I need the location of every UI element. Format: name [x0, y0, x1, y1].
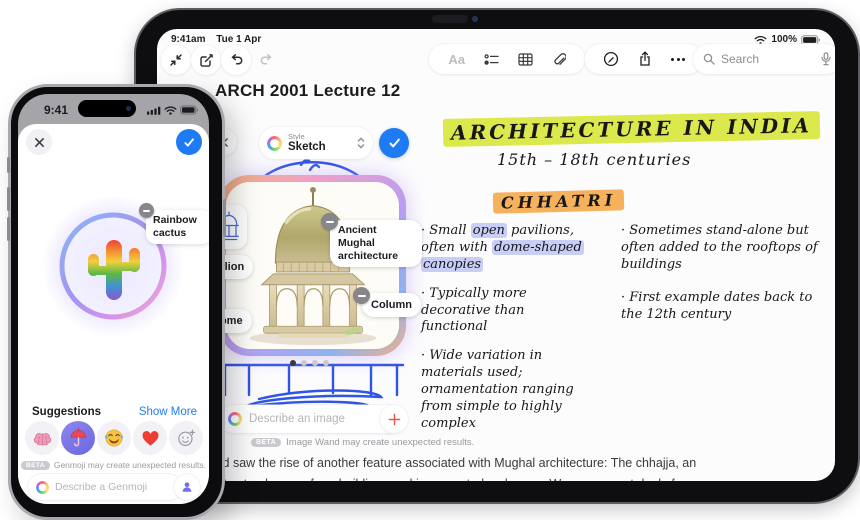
volume-up-button: [7, 187, 10, 211]
describe-image-placeholder: Describe an image: [249, 413, 345, 425]
battery-icon: [180, 105, 199, 115]
undo-icon: [229, 53, 244, 67]
note-bullet: · First example dates back to the 12th c…: [621, 289, 813, 322]
wifi-icon: [164, 105, 177, 115]
genmoji-disclaimer: BETA Genmoji may create unexpected resul…: [18, 460, 209, 470]
dictation-mic-icon[interactable]: [821, 52, 831, 66]
close-icon: [34, 137, 44, 147]
volume-down-button: [7, 217, 10, 241]
style-label: Style: [288, 131, 305, 141]
redo-icon: [259, 53, 274, 67]
note-subtitle: 15th – 18th centuries: [497, 150, 692, 169]
attachment-button[interactable]: [552, 52, 566, 67]
note-bullet: · Small open pavilions, often with dome-…: [421, 223, 584, 272]
compose-icon: [199, 53, 214, 68]
ipad-camera-lens: [472, 16, 478, 22]
show-more-link[interactable]: Show More: [139, 406, 197, 418]
new-genmoji-button[interactable]: [169, 421, 203, 455]
person-icon: [182, 482, 192, 492]
close-sheet-button[interactable]: [26, 129, 52, 155]
note-bullet: · Wide variation in materials used; orna…: [421, 348, 574, 431]
rainbow-cactus-emoji: [88, 240, 140, 300]
chevron-up-down-icon: [357, 137, 365, 149]
format-toolbar-group: Aa: [429, 44, 585, 74]
checkmark-icon: [389, 138, 400, 148]
note-section-heading: CHHATRI: [492, 189, 625, 214]
image-wand-disclaimer: BETA Image Wand may create unexpected re…: [251, 437, 474, 448]
apple-intelligence-icon: [36, 480, 49, 494]
iphone-status-icons: [147, 105, 199, 115]
typed-note-line: s period saw the rise of another feature…: [185, 456, 697, 470]
text-format-button[interactable]: Aa: [448, 52, 465, 67]
beta-badge: BETA: [251, 438, 282, 447]
describe-genmoji-input[interactable]: Describe a Genmoji: [28, 474, 182, 500]
style-value: Sketch: [288, 140, 326, 153]
apple-intelligence-icon: [228, 412, 242, 426]
iphone-device: 9:41 Rainbow cactus Suggestions Show Mor…: [7, 84, 226, 520]
ipad-status-left: 9:41am Tue 1 Apr: [171, 34, 261, 45]
note-headline: ARCHITECTURE IN INDIA: [442, 111, 821, 147]
style-picker[interactable]: Style Sketch: [259, 127, 373, 159]
wifi-icon: [754, 35, 767, 45]
suggestion-row: [25, 421, 203, 455]
confirm-genmoji-button[interactable]: [176, 129, 202, 155]
front-camera-dot: [126, 106, 131, 111]
more-button[interactable]: [671, 57, 686, 61]
genmoji-screen: 9:41 Rainbow cactus Suggestions Show Mor…: [18, 94, 209, 504]
note-title: ARCH 2001 Lecture 12: [215, 81, 401, 100]
battery-icon: [801, 34, 821, 45]
tools-toolbar-group: [585, 44, 703, 74]
search-placeholder: Search: [721, 52, 760, 66]
notes-app: 9:41am Tue 1 Apr 100% Aa Search ARCH 200…: [157, 29, 835, 481]
iphone-time: 9:41: [44, 103, 69, 117]
action-button: [7, 157, 10, 173]
ipad-device: 9:41am Tue 1 Apr 100% Aa Search ARCH 200…: [134, 8, 860, 504]
remove-tag-button[interactable]: [321, 213, 338, 230]
share-button[interactable]: [638, 51, 652, 67]
tag-column[interactable]: Column: [362, 293, 421, 317]
checklist-button[interactable]: [484, 53, 499, 66]
tag-ancient-mughal-architecture[interactable]: Ancient Mughal architecture: [330, 220, 422, 268]
describe-image-input[interactable]: Describe an image: [219, 405, 403, 433]
describe-genmoji-placeholder: Describe a Genmoji: [55, 481, 148, 493]
umbrella-genmoji[interactable]: [61, 421, 95, 455]
undo-button[interactable]: [221, 45, 251, 75]
accept-image-button[interactable]: [379, 128, 409, 158]
table-button[interactable]: [518, 52, 533, 66]
compose-button[interactable]: [191, 45, 221, 75]
note-bullet: · Typically more decorative than functio…: [421, 285, 527, 335]
remove-tag-button[interactable]: [353, 287, 370, 304]
collapse-toolbar-button[interactable]: [161, 45, 191, 75]
remove-genmoji-tag-button[interactable]: [139, 203, 154, 218]
suggestions-title: Suggestions: [32, 406, 102, 418]
checkmark-icon: [184, 137, 194, 147]
marketing-canvas: 9:41am Tue 1 Apr 100% Aa Search ARCH 200…: [0, 0, 860, 520]
brain-emoji[interactable]: [25, 421, 59, 455]
profile-person-button[interactable]: [174, 474, 200, 500]
image-variant-dots[interactable]: [290, 360, 329, 366]
heart-emoji[interactable]: [133, 421, 167, 455]
typed-note-line: ning that extends away from buildings an…: [179, 477, 675, 481]
dynamic-island: [78, 100, 136, 117]
collapse-arrows-icon: [169, 53, 183, 67]
note-bullet: · Sometimes stand-alone but often added …: [621, 223, 818, 272]
power-button: [223, 199, 226, 237]
genmoji-result-label[interactable]: Rainbow cactus: [146, 210, 209, 245]
add-image-button[interactable]: [380, 405, 408, 433]
markup-pen-button[interactable]: [603, 51, 619, 67]
beta-badge: BETA: [21, 460, 50, 470]
search-icon: [703, 53, 715, 65]
laughing-crying-emoji[interactable]: [97, 421, 131, 455]
ipad-front-camera: [432, 15, 468, 23]
ipad-time: 9:41am: [171, 34, 206, 45]
plus-icon: [388, 413, 400, 425]
cellular-icon: [147, 106, 161, 115]
note-bullets-left: · Small open pavilions, often with dome-…: [421, 223, 593, 433]
image-style-icon: [267, 135, 282, 151]
note-bullets-right: · Sometimes stand-alone but often added …: [621, 223, 825, 323]
redo-button[interactable]: [251, 45, 281, 75]
search-field[interactable]: Search: [693, 44, 835, 74]
ipad-date: Tue 1 Apr: [216, 34, 262, 45]
genmoji-sheet: Rainbow cactus Suggestions Show More BET…: [18, 124, 209, 504]
